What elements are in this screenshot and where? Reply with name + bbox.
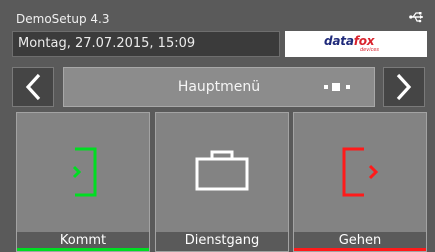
kommt-label: Kommt bbox=[17, 232, 149, 249]
gehen-label: Gehen bbox=[294, 232, 426, 249]
page-dot-current bbox=[332, 83, 340, 91]
chevron-left-icon bbox=[25, 73, 41, 101]
page-dot bbox=[324, 85, 328, 89]
gehen-button[interactable]: Gehen bbox=[293, 112, 427, 252]
next-page-button[interactable] bbox=[383, 67, 425, 107]
prev-page-button[interactable] bbox=[12, 67, 54, 107]
app-title: DemoSetup 4.3 bbox=[16, 12, 110, 26]
datetime-display: Montag, 27.07.2015, 15:09 bbox=[12, 31, 280, 57]
dienstgang-label: Dienstgang bbox=[156, 232, 288, 249]
kommt-color-bar bbox=[17, 248, 149, 251]
chevron-right-icon bbox=[396, 73, 412, 101]
page-dot bbox=[346, 85, 350, 89]
menu-title-bar: Hauptmenü bbox=[63, 67, 375, 107]
gehen-color-bar bbox=[294, 248, 426, 251]
page-dots bbox=[322, 83, 352, 91]
kommt-button[interactable]: Kommt bbox=[16, 112, 150, 252]
logo-tagline: devices bbox=[360, 47, 380, 53]
datafox-logo: datafox devices bbox=[285, 31, 427, 57]
enter-icon bbox=[72, 147, 97, 197]
exit-icon bbox=[342, 147, 379, 197]
dienstgang-color-bar bbox=[156, 248, 288, 251]
dienstgang-button[interactable]: Dienstgang bbox=[155, 112, 289, 252]
usb-icon bbox=[409, 12, 423, 23]
briefcase-icon bbox=[195, 150, 249, 191]
